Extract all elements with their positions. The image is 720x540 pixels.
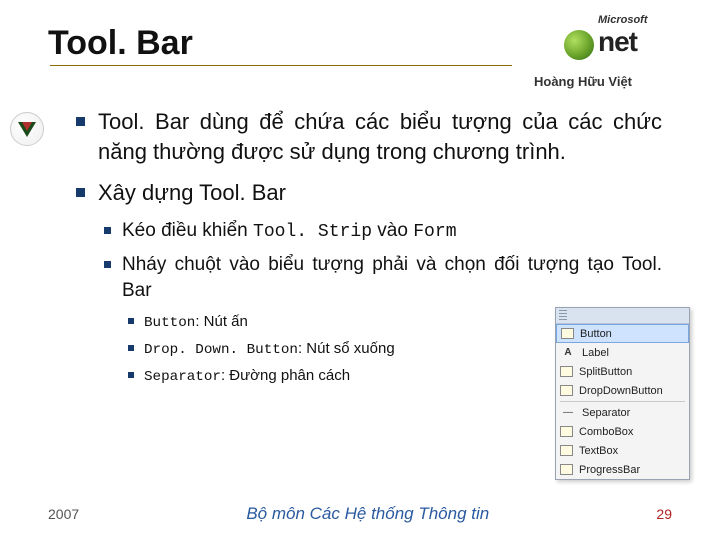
logo-net-label: net xyxy=(598,26,637,58)
label-icon xyxy=(560,346,576,360)
title-rule xyxy=(50,65,512,66)
combobox-icon xyxy=(560,426,573,437)
dropdownbutton-icon xyxy=(560,385,573,396)
triangle-icon xyxy=(18,122,36,137)
footer-year: 2007 xyxy=(48,506,79,522)
menu-item-button[interactable]: Button xyxy=(556,324,689,343)
menu-item-textbox[interactable]: TextBox xyxy=(556,441,689,460)
footer-page-number: 29 xyxy=(656,506,672,522)
bullet-2a: Kéo điều khiển Tool. Strip vào Form xyxy=(98,218,662,244)
footer: 2007 Bộ môn Các Hệ thống Thông tin 29 xyxy=(0,504,720,524)
author-name: Hoàng Hữu Việt xyxy=(48,74,632,89)
dotnet-logo: Microsoft net xyxy=(550,14,680,70)
menu-item-label[interactable]: Label xyxy=(556,343,689,362)
menu-separator xyxy=(560,401,685,402)
menu-item-splitbutton[interactable]: SplitButton xyxy=(556,362,689,381)
splitbutton-icon xyxy=(560,366,573,377)
logo-ms-label: Microsoft xyxy=(598,14,648,26)
button-icon xyxy=(561,328,574,339)
logo-dot-icon xyxy=(564,30,594,60)
bullet-1: Tool. Bar dùng để chứa các biểu tượng củ… xyxy=(72,107,662,166)
toolstrip-dropdown-menu: Button Label SplitButton DropDownButton … xyxy=(555,307,690,480)
corner-logo xyxy=(10,112,44,146)
menu-item-combobox[interactable]: ComboBox xyxy=(556,422,689,441)
code-toolstrip: Tool. Strip xyxy=(253,222,372,242)
progressbar-icon xyxy=(560,464,573,475)
slide: Microsoft net Tool. Bar Hoàng Hữu Việt T… xyxy=(0,0,720,540)
menu-grip-header[interactable] xyxy=(556,308,689,324)
code-form: Form xyxy=(413,222,456,242)
separator-icon: — xyxy=(560,406,576,420)
menu-item-dropdownbutton[interactable]: DropDownButton xyxy=(556,381,689,400)
textbox-icon xyxy=(560,445,573,456)
menu-item-separator[interactable]: — Separator xyxy=(556,403,689,422)
bullet-2-text: Xây dựng Tool. Bar xyxy=(98,180,286,205)
menu-item-progressbar[interactable]: ProgressBar xyxy=(556,460,689,479)
footer-department: Bộ môn Các Hệ thống Thông tin xyxy=(246,504,489,524)
grip-icon xyxy=(559,310,567,322)
